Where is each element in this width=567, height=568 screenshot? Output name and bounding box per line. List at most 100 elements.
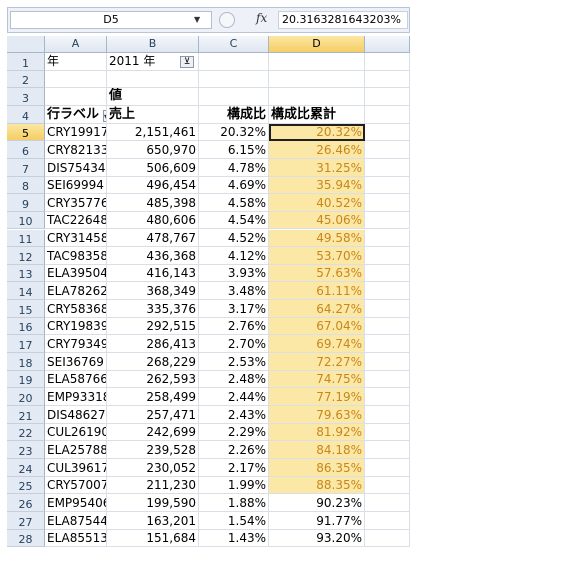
- cell-e[interactable]: [365, 264, 410, 283]
- cell-c[interactable]: 2.26%: [199, 441, 269, 459]
- report-filter-icon[interactable]: ⊻: [180, 56, 194, 68]
- cell-a[interactable]: CRY57007: [45, 476, 107, 495]
- cell-e[interactable]: [365, 476, 410, 495]
- cell-a[interactable]: CRY79349: [45, 335, 107, 354]
- cell-d[interactable]: 93.20%: [269, 529, 365, 548]
- cell-d[interactable]: 40.52%: [269, 194, 365, 212]
- cell-a[interactable]: CRY19917: [45, 123, 107, 142]
- row-header[interactable]: 11: [7, 229, 45, 248]
- cell-a[interactable]: CRY58368: [45, 300, 107, 318]
- column-header-c[interactable]: C: [199, 36, 269, 53]
- cell-c[interactable]: 1.99%: [199, 476, 269, 495]
- cell-b[interactable]: 480,606: [107, 211, 199, 230]
- cell-b[interactable]: 496,454: [107, 176, 199, 195]
- cell-a[interactable]: ELA39504: [45, 264, 107, 283]
- fx-icon[interactable]: fx: [256, 11, 267, 25]
- cell-a[interactable]: ELA87544: [45, 511, 107, 530]
- cell-b[interactable]: 416,143: [107, 264, 199, 283]
- cell-a[interactable]: CUL39617: [45, 458, 107, 477]
- cell-b[interactable]: 258,499: [107, 388, 199, 406]
- column-header-b[interactable]: B: [107, 36, 199, 53]
- cell-c[interactable]: 2.44%: [199, 388, 269, 406]
- cell-a[interactable]: EMP95406: [45, 494, 107, 512]
- cell-d[interactable]: 35.94%: [269, 176, 365, 195]
- cell-e[interactable]: [365, 141, 410, 159]
- cell-e[interactable]: [365, 211, 410, 230]
- row-header[interactable]: 23: [7, 441, 45, 459]
- cell-b[interactable]: 368,349: [107, 282, 199, 301]
- cell-a[interactable]: SEI69994: [45, 176, 107, 195]
- cell-c[interactable]: 4.78%: [199, 158, 269, 177]
- cell-d[interactable]: 45.06%: [269, 211, 365, 230]
- cell-a[interactable]: 年: [45, 53, 107, 71]
- cell-e[interactable]: [365, 105, 410, 124]
- cell-c[interactable]: 3.48%: [199, 282, 269, 301]
- cell-e[interactable]: [365, 70, 410, 89]
- cell-d[interactable]: 69.74%: [269, 335, 365, 354]
- name-box[interactable]: D5: [10, 11, 212, 29]
- cell-a[interactable]: EMP93318: [45, 388, 107, 406]
- cell-d[interactable]: 67.04%: [269, 317, 365, 336]
- cell-b[interactable]: 478,767: [107, 229, 199, 248]
- row-header[interactable]: 16: [7, 317, 45, 336]
- row-header[interactable]: 21: [7, 406, 45, 424]
- row-header[interactable]: 15: [7, 300, 45, 318]
- cell-d[interactable]: 26.46%: [269, 141, 365, 159]
- cell-a[interactable]: ELA25788: [45, 441, 107, 459]
- cell-a[interactable]: SEI36769: [45, 353, 107, 371]
- cell-b[interactable]: 239,528: [107, 441, 199, 459]
- cell-d[interactable]: 72.27%: [269, 353, 365, 371]
- cell-a[interactable]: 行ラベル▾: [45, 105, 107, 124]
- row-header[interactable]: 5: [7, 123, 45, 142]
- cell-c[interactable]: [199, 88, 269, 106]
- cell-d[interactable]: 57.63%: [269, 264, 365, 283]
- cell-a[interactable]: [45, 88, 107, 106]
- cell-d[interactable]: 49.58%: [269, 229, 365, 248]
- cell-e[interactable]: [365, 388, 410, 406]
- cell-b[interactable]: 650,970: [107, 141, 199, 159]
- cell-e[interactable]: [365, 370, 410, 389]
- cell-e[interactable]: [365, 423, 410, 442]
- cell-d[interactable]: [269, 70, 365, 89]
- column-header-e[interactable]: [365, 36, 410, 53]
- cell-d[interactable]: [269, 53, 365, 71]
- cell-d[interactable]: 77.19%: [269, 388, 365, 406]
- cell-e[interactable]: [365, 406, 410, 424]
- cell-e[interactable]: [365, 282, 410, 301]
- cell-e[interactable]: [365, 123, 410, 142]
- cell-a[interactable]: DIS75434: [45, 158, 107, 177]
- cell-c[interactable]: 20.32%: [199, 123, 269, 142]
- cell-a[interactable]: CUL26190: [45, 423, 107, 442]
- cell-a[interactable]: CRY35776: [45, 194, 107, 212]
- cell-d[interactable]: 53.70%: [269, 247, 365, 265]
- cell-e[interactable]: [365, 194, 410, 212]
- column-header-d[interactable]: D: [269, 36, 365, 53]
- cell-c[interactable]: 2.43%: [199, 406, 269, 424]
- cell-c[interactable]: 2.76%: [199, 317, 269, 336]
- row-header[interactable]: 1: [7, 53, 45, 71]
- cell-d[interactable]: 81.92%: [269, 423, 365, 442]
- cell-a[interactable]: TAC22648: [45, 211, 107, 230]
- cell-c[interactable]: 2.70%: [199, 335, 269, 354]
- cell-e[interactable]: [365, 176, 410, 195]
- row-header[interactable]: 13: [7, 264, 45, 283]
- cell-d[interactable]: 74.75%: [269, 370, 365, 389]
- cell-b[interactable]: 2011 年 ⊻: [107, 53, 199, 71]
- cell-e[interactable]: [365, 317, 410, 336]
- cell-e[interactable]: [365, 229, 410, 248]
- cell-e[interactable]: [365, 529, 410, 548]
- cell-e[interactable]: [365, 247, 410, 265]
- row-header[interactable]: 26: [7, 494, 45, 512]
- cell-d[interactable]: 86.35%: [269, 458, 365, 477]
- formula-input[interactable]: 20.3163281643203%: [278, 11, 408, 29]
- cell-c[interactable]: [199, 70, 269, 89]
- row-header[interactable]: 28: [7, 529, 45, 548]
- cell-d[interactable]: 91.77%: [269, 511, 365, 530]
- row-header[interactable]: 2: [7, 70, 45, 89]
- row-header[interactable]: 6: [7, 141, 45, 159]
- cell-c[interactable]: 4.52%: [199, 229, 269, 248]
- active-cell[interactable]: 20.32%: [269, 123, 365, 142]
- row-header[interactable]: 8: [7, 176, 45, 195]
- cell-a[interactable]: CRY31458: [45, 229, 107, 248]
- cell-e[interactable]: [365, 494, 410, 512]
